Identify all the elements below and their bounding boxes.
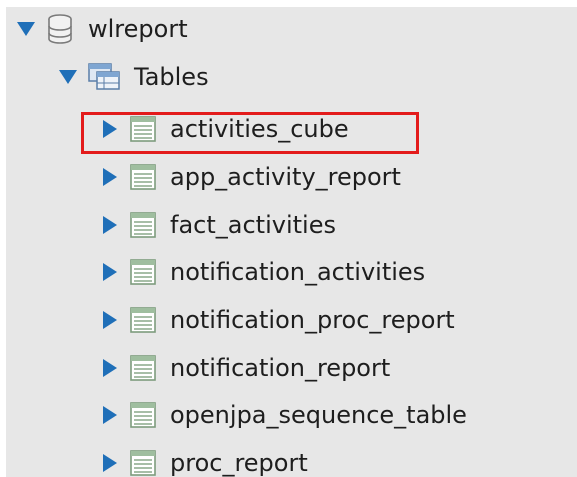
database-label: wlreport	[88, 15, 188, 43]
table-icon	[130, 355, 156, 381]
table-label: notification_proc_report	[170, 306, 455, 334]
table-icon	[130, 164, 156, 190]
schema-tree-panel: wlreport Tables activities_cube app_acti…	[6, 7, 577, 477]
expand-arrow-icon[interactable]	[98, 260, 122, 284]
selection-highlight-box	[81, 112, 419, 154]
table-icon	[130, 307, 156, 333]
expand-arrow-icon[interactable]	[98, 403, 122, 427]
table-icon	[130, 450, 156, 476]
tree-node-table[interactable]: openjpa_sequence_table	[98, 393, 467, 437]
expand-arrow-icon[interactable]	[98, 308, 122, 332]
table-label: openjpa_sequence_table	[170, 401, 467, 429]
collapse-arrow-icon[interactable]	[14, 17, 38, 41]
expand-arrow-icon[interactable]	[98, 356, 122, 380]
table-icon	[130, 402, 156, 428]
tree-node-table[interactable]: fact_activities	[98, 203, 336, 247]
tree-node-table[interactable]: notification_proc_report	[98, 298, 455, 342]
table-label: notification_activities	[170, 258, 426, 286]
tree-node-table[interactable]: notification_activities	[98, 250, 425, 294]
table-icon	[130, 259, 156, 285]
database-icon	[46, 14, 74, 44]
tree-node-database[interactable]: wlreport	[14, 7, 188, 51]
tables-folder-icon	[88, 63, 120, 91]
table-label: app_activity_report	[170, 163, 401, 191]
expand-arrow-icon[interactable]	[98, 165, 122, 189]
table-label: notification_report	[170, 354, 391, 382]
table-label: proc_report	[170, 449, 308, 477]
tree-node-table[interactable]: notification_report	[98, 346, 390, 390]
tree-node-tables-folder[interactable]: Tables	[56, 55, 209, 99]
tables-folder-label: Tables	[134, 63, 209, 91]
tree-node-table[interactable]: app_activity_report	[98, 155, 401, 199]
expand-arrow-icon[interactable]	[98, 451, 122, 475]
table-icon	[130, 212, 156, 238]
expand-arrow-icon[interactable]	[98, 213, 122, 237]
collapse-arrow-icon[interactable]	[56, 65, 80, 89]
table-label: fact_activities	[170, 211, 336, 239]
tree-node-table[interactable]: proc_report	[98, 441, 308, 477]
